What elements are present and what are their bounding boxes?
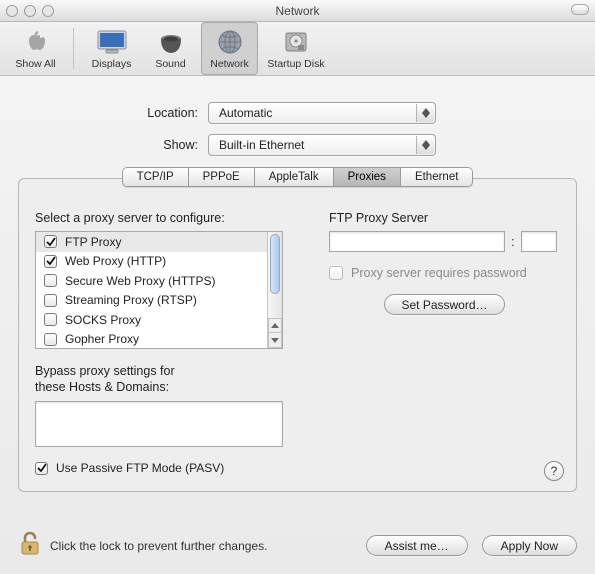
toolbar-show-all[interactable]: Show All xyxy=(7,22,64,75)
lock-label: Click the lock to prevent further change… xyxy=(50,539,267,553)
checkbox[interactable] xyxy=(44,313,57,326)
list-item-label: Web Proxy (HTTP) xyxy=(65,254,166,268)
passive-ftp-checkbox[interactable] xyxy=(35,462,48,475)
toolbar-network[interactable]: Network xyxy=(201,22,258,75)
show-select[interactable]: Built-in Ethernet xyxy=(208,134,436,156)
tab-tcpip[interactable]: TCP/IP xyxy=(122,167,188,187)
settings-panel: TCP/IP PPPoE AppleTalk Proxies Ethernet … xyxy=(18,178,577,492)
proxy-list-label: Select a proxy server to configure: xyxy=(35,211,295,225)
tab-bar: TCP/IP PPPoE AppleTalk Proxies Ethernet xyxy=(19,167,576,187)
list-item[interactable]: Secure Web Proxy (HTTPS) xyxy=(36,271,267,291)
passive-ftp-label: Use Passive FTP Mode (PASV) xyxy=(56,461,224,475)
tab-appletalk[interactable]: AppleTalk xyxy=(254,167,333,187)
bypass-hosts-input[interactable] xyxy=(35,401,283,447)
tab-proxies[interactable]: Proxies xyxy=(333,167,400,187)
toolbar-label: Sound xyxy=(155,58,185,70)
checkbox[interactable] xyxy=(44,294,57,307)
checkbox[interactable] xyxy=(44,274,57,287)
passive-ftp-row: Use Passive FTP Mode (PASV) xyxy=(35,461,295,475)
tab-pppoe[interactable]: PPPoE xyxy=(188,167,254,187)
scroll-down-button[interactable] xyxy=(268,333,282,348)
location-row: Location: Automatic xyxy=(18,102,577,124)
toolbar: Show All Displays Sound Network Startup … xyxy=(0,22,595,76)
toolbar-displays[interactable]: Displays xyxy=(83,22,140,75)
proxies-right-column: FTP Proxy Server : Proxy server requires… xyxy=(329,211,560,475)
select-arrows-icon xyxy=(416,136,434,154)
toolbar-label: Displays xyxy=(92,58,132,70)
bottom-bar: Click the lock to prevent further change… xyxy=(0,521,595,574)
location-value: Automatic xyxy=(219,106,272,120)
list-item[interactable]: SOCKS Proxy xyxy=(36,310,267,330)
list-item-label: Secure Web Proxy (HTTPS) xyxy=(65,274,215,288)
list-item[interactable]: Gopher Proxy xyxy=(36,330,267,349)
proxy-list[interactable]: FTP Proxy Web Proxy (HTTP) Secure Web Pr… xyxy=(35,231,283,349)
checkbox[interactable] xyxy=(44,255,57,268)
window-title: Network xyxy=(0,4,595,18)
show-value: Built-in Ethernet xyxy=(219,138,304,152)
tab-ethernet[interactable]: Ethernet xyxy=(400,167,473,187)
toolbar-sound[interactable]: Sound xyxy=(142,22,199,75)
list-item-label: SOCKS Proxy xyxy=(65,313,141,327)
proxies-left-column: Select a proxy server to configure: FTP … xyxy=(35,211,295,475)
speaker-icon xyxy=(153,28,189,56)
show-row: Show: Built-in Ethernet xyxy=(18,134,577,156)
list-item-label: FTP Proxy xyxy=(65,235,121,249)
bypass-label: Bypass proxy settings for these Hosts & … xyxy=(35,363,295,395)
list-item-label: Gopher Proxy xyxy=(65,332,139,346)
lock-icon[interactable] xyxy=(18,531,42,560)
scrollbar[interactable] xyxy=(267,232,282,348)
list-item[interactable]: Streaming Proxy (RTSP) xyxy=(36,291,267,311)
display-icon xyxy=(94,28,130,56)
select-arrows-icon xyxy=(416,104,434,122)
colon-label: : xyxy=(511,234,515,249)
assist-me-button[interactable]: Assist me… xyxy=(366,535,468,556)
content-area: Location: Automatic Show: Built-in Ether… xyxy=(0,76,595,498)
checkbox[interactable] xyxy=(44,333,57,346)
list-item[interactable]: Web Proxy (HTTP) xyxy=(36,252,267,272)
show-label: Show: xyxy=(18,138,208,152)
requires-password-row: Proxy server requires password xyxy=(329,266,560,280)
toolbar-toggle-button[interactable] xyxy=(571,4,589,15)
toolbar-label: Show All xyxy=(15,58,55,70)
location-label: Location: xyxy=(18,106,208,120)
apply-now-button[interactable]: Apply Now xyxy=(482,535,577,556)
disk-icon xyxy=(278,28,314,56)
toolbar-label: Network xyxy=(210,58,249,70)
set-password-button[interactable]: Set Password… xyxy=(384,294,504,315)
toolbar-startup-disk[interactable]: Startup Disk xyxy=(260,22,332,75)
globe-icon xyxy=(212,28,248,56)
checkbox[interactable] xyxy=(44,235,57,248)
lock-row: Click the lock to prevent further change… xyxy=(18,531,356,560)
help-button[interactable]: ? xyxy=(544,461,564,481)
scroll-thumb[interactable] xyxy=(270,234,280,294)
proxy-address-row: : xyxy=(329,231,560,252)
proxy-port-input[interactable] xyxy=(521,231,557,252)
titlebar: Network xyxy=(0,0,595,22)
location-select[interactable]: Automatic xyxy=(208,102,436,124)
toolbar-label: Startup Disk xyxy=(267,58,324,70)
proxy-server-title: FTP Proxy Server xyxy=(329,211,560,225)
scroll-up-button[interactable] xyxy=(268,318,282,333)
requires-password-checkbox[interactable] xyxy=(329,266,343,280)
proxy-host-input[interactable] xyxy=(329,231,505,252)
list-item[interactable]: FTP Proxy xyxy=(36,232,267,252)
requires-password-label: Proxy server requires password xyxy=(351,266,527,280)
apple-icon xyxy=(18,28,54,56)
toolbar-separator xyxy=(73,28,74,69)
list-item-label: Streaming Proxy (RTSP) xyxy=(65,293,197,307)
